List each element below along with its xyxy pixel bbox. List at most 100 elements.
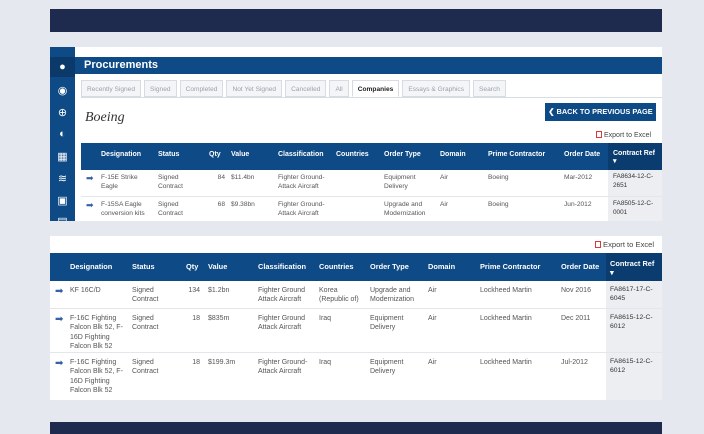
open-record-icon[interactable]: ➡ [55,314,63,325]
cell-order-type: Upgrade and Modernization [384,201,426,217]
cell-order-date: Nov 2016 [561,287,591,294]
col-order-type[interactable]: Order Type [384,151,421,158]
chevron-left-icon: ❮ [548,107,557,116]
tab-essays-graphics[interactable]: Essays & Graphics [402,80,471,97]
col-classification[interactable]: Classification [278,151,324,158]
tab-divider [81,97,662,98]
cell-qty: 68 [217,201,225,208]
cell-classification: Fighter Ground Attack Aircraft [258,287,306,304]
home-icon[interactable]: ● [50,57,75,77]
col-designation[interactable]: Designation [70,262,112,271]
cell-order-date: Jul-2012 [561,359,588,366]
col-designation[interactable]: Designation [101,151,141,158]
sidebar: ● ◉ ⊕ ◐ ▦ ≋ ▣ ▤ [50,47,75,221]
col-countries[interactable]: Countries [336,151,369,158]
back-button-label: BACK TO PREVIOUS PAGE [556,107,653,116]
cell-domain: Air [440,201,449,208]
col-order-date[interactable]: Order Date [564,151,600,158]
col-contract-ref-label: Contract Ref [613,150,656,157]
cell-designation: KF 16C/D [70,287,101,294]
cell-classification: Fighter Ground-Attack Aircraft [258,359,308,376]
open-record-icon[interactable]: ➡ [55,286,63,297]
open-record-icon[interactable]: ➡ [55,358,63,369]
cell-designation: F-15SA Eagle conversion kits [101,201,145,217]
factory-icon[interactable]: ▦ [50,146,75,166]
cell-value: $1.2bn [208,287,230,294]
table-row[interactable]: ➡ KF 16C/D Signed Contract 134 $1.2bn Fi… [50,281,662,309]
tab-not-yet-signed[interactable]: Not Yet Signed [226,80,283,97]
col-order-type[interactable]: Order Type [370,262,409,271]
col-contract-ref[interactable]: Contract Ref ▾ [608,143,662,170]
cell-classification: Fighter Ground Attack Aircraft [258,315,306,332]
col-prime-contractor[interactable]: Prime Contractor [488,151,545,158]
cell-value: $9.38bn [231,201,255,208]
col-value[interactable]: Value [231,151,249,158]
cell-order-type: Equipment Delivery [370,359,404,376]
cell-prime-contractor: Boeing [488,174,509,181]
cell-designation: F-15E Strike Eagle [101,174,138,190]
table-header: Designation Status Qty Value Classificat… [50,253,662,281]
export-to-excel-link[interactable]: Export to Excel [596,131,651,139]
table-row[interactable]: ➡ F-15SA Eagle conversion kits Signed Co… [81,197,662,221]
radar-icon[interactable]: ≋ [50,168,75,188]
tab-companies[interactable]: Companies [351,80,400,97]
excel-icon [595,241,601,248]
tab-completed[interactable]: Completed [179,80,224,97]
cell-order-type: Equipment Delivery [384,174,416,190]
folder-icon[interactable]: ▤ [50,211,75,222]
col-qty[interactable]: Qty [186,262,198,271]
tab-search[interactable]: Search [473,80,506,97]
cell-order-type: Equipment Delivery [370,315,404,332]
crosshair-icon[interactable]: ⊕ [50,102,75,122]
cell-prime-contractor: Lockheed Martin [480,359,532,366]
tab-recently-signed[interactable]: Recently Signed [81,80,142,97]
col-countries[interactable]: Countries [319,262,354,271]
cell-status: Signed Contract [132,359,159,376]
col-status[interactable]: Status [158,151,179,158]
back-to-previous-page-button[interactable]: ❮ BACK TO PREVIOUS PAGE [545,103,656,121]
col-contract-ref[interactable]: Contract Ref ▾ [606,253,662,281]
cell-value: $835m [208,315,230,322]
gauge-icon[interactable]: ◐ [50,124,75,144]
tab-cancelled[interactable]: Cancelled [285,80,327,97]
page-title: Procurements [75,57,662,74]
cell-countries: Iraq [319,359,332,366]
tab-bar: Recently Signed Signed Completed Not Yet… [81,80,506,98]
cell-qty: 18 [192,315,200,322]
col-value[interactable]: Value [208,262,227,271]
export-to-excel-link[interactable]: Export to Excel [595,240,654,249]
table-row[interactable]: ➡ F-16C Fighting Falcon Blk 52, F-16D Fi… [50,353,662,400]
calculator-icon[interactable]: ▣ [50,190,75,210]
cell-value: $199.3m [208,359,236,366]
cell-prime-contractor: Lockheed Martin [480,287,532,294]
open-record-icon[interactable]: ➡ [86,173,94,184]
col-status[interactable]: Status [132,262,155,271]
cell-classification: Fighter Ground-Attack Aircraft [278,201,325,217]
col-prime-contractor[interactable]: Prime Contractor [480,262,540,271]
col-qty[interactable]: Qty [209,151,221,158]
col-domain[interactable]: Domain [440,151,466,158]
cell-countries: Iraq [319,315,332,322]
col-classification[interactable]: Classification [258,262,306,271]
cell-status: Signed Contract [158,201,183,217]
table-row[interactable]: ➡ F-16C Fighting Falcon Blk 52, F-16D Fi… [50,309,662,353]
cell-domain: Air [440,174,449,181]
cell-order-date: Mar-2012 [564,174,593,181]
col-order-date[interactable]: Order Date [561,262,599,271]
excel-icon [596,131,602,138]
cell-qty: 18 [192,359,200,366]
tab-all[interactable]: All [329,80,349,97]
cell-domain: Air [428,287,437,294]
col-domain[interactable]: Domain [428,262,455,271]
cell-domain: Air [428,315,437,322]
cell-order-type: Upgrade and Modernization [370,287,414,304]
open-record-icon[interactable]: ➡ [86,200,94,211]
cell-designation: F-16C Fighting Falcon Blk 52, F-16D Figh… [70,359,123,395]
globe-icon[interactable]: ◉ [50,80,75,100]
cell-status: Signed Contract [132,287,159,304]
col-contract-ref-label: Contract Ref [610,259,655,268]
tab-signed[interactable]: Signed [144,80,177,97]
table-header: Designation Status Qty Value Classificat… [81,143,662,170]
table-row[interactable]: ➡ F-15E Strike Eagle Signed Contract 84 … [81,170,662,197]
contracts-panel: Export to Excel Designation Status Qty V… [50,236,662,400]
